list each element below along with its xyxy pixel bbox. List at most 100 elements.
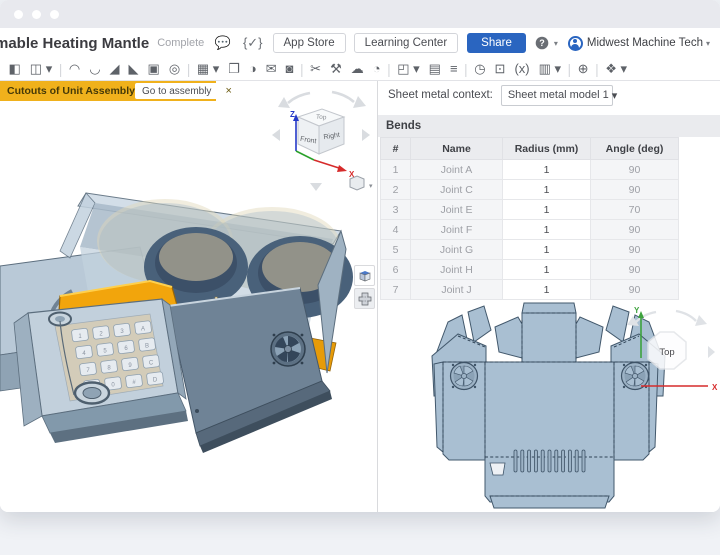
document-status: Complete (157, 37, 204, 49)
flat-axis-x-label: X (712, 383, 718, 392)
table-row[interactable]: 1 Joint A 1 90 (381, 160, 679, 180)
angle-cell: 90 (591, 280, 679, 300)
toolbar-icon[interactable]: ≡ (445, 58, 462, 80)
go-to-assembly-button[interactable]: Go to assembly (135, 83, 218, 99)
fan-cutout (271, 332, 305, 366)
toolbar-icon[interactable]: ⊕ (573, 58, 593, 80)
bend-name: Joint G (411, 240, 503, 260)
toolbar-icon[interactable]: ✂ (306, 58, 326, 80)
toolbar-icon[interactable]: | (462, 58, 470, 80)
toolbar-icon[interactable]: | (57, 58, 65, 80)
toolbar-icon[interactable]: ◠ (64, 58, 84, 80)
bend-name: Joint J (411, 280, 503, 300)
help-icon: ? (535, 36, 549, 50)
angle-cell: 90 (591, 260, 679, 280)
toolbar-icon[interactable]: | (593, 58, 601, 80)
banner-close-icon[interactable]: × (225, 85, 231, 97)
feature-toolbar: ◧◫ ▾|◠◡◢◣▣◎|▦ ▾❐◑✉◙|✂⚒☁◔|◰ ▾▤≡|◷⊡(x)▥ ▾|… (0, 58, 720, 81)
comment-icon[interactable]: 💬 (215, 35, 231, 51)
table-row[interactable]: 3 Joint E 1 70 (381, 200, 679, 220)
angle-cell: 90 (591, 180, 679, 200)
radius-cell[interactable]: 1 (503, 160, 591, 180)
table-row[interactable]: 4 Joint F 1 90 (381, 220, 679, 240)
radius-cell[interactable]: 1 (503, 180, 591, 200)
toolbar-icon[interactable]: ▣ (143, 58, 164, 80)
context-banner-text: Cutouts of Unit Assembly (7, 85, 135, 97)
share-button[interactable]: Share (467, 33, 526, 53)
toolbar-icon[interactable]: ❐ (224, 58, 245, 80)
table-row[interactable]: 6 Joint H 1 90 (381, 260, 679, 280)
sheet-metal-model-select[interactable]: Sheet metal model 1 ▾ (501, 85, 613, 106)
toolbar-icon[interactable]: ◣ (124, 58, 143, 80)
app-store-button[interactable]: App Store (273, 33, 346, 53)
toolbar-icon[interactable]: ◡ (85, 58, 105, 80)
flat-pattern-toggle-button[interactable] (354, 288, 375, 309)
table-row[interactable]: 7 Joint J 1 90 (381, 280, 679, 300)
toolbar-icon[interactable]: ◧ (4, 58, 25, 80)
svg-text:C: C (149, 361, 154, 367)
part-studio-viewport[interactable]: Cutouts of Unit Assembly Go to assembly … (0, 81, 378, 512)
model-view-toggle-button[interactable] (354, 265, 375, 286)
toolbar-icon[interactable]: ◔ (368, 58, 385, 80)
bend-number: 4 (381, 220, 411, 240)
flat-pattern-viewport[interactable]: Y X Top (378, 300, 719, 512)
table-row[interactable]: 2 Joint C 1 90 (381, 180, 679, 200)
radius-cell[interactable]: 1 (503, 240, 591, 260)
bends-table: # Name Radius (mm) Angle (deg) 1 Joint A… (380, 137, 679, 300)
toolbar-icon[interactable]: | (298, 58, 306, 80)
toolbar-icon[interactable]: ✉ (261, 58, 281, 80)
table-row[interactable]: 5 Joint G 1 90 (381, 240, 679, 260)
radius-cell[interactable]: 1 (503, 200, 591, 220)
toolbar-icon[interactable]: ☁ (346, 58, 368, 80)
flat-view-cube-top-label: Top (659, 347, 674, 358)
browser-window: mable Heating Mantle Complete 💬 {✓} App … (0, 0, 720, 512)
toolbar-icon[interactable]: ⚒ (326, 58, 347, 80)
account-caret-icon: ▾ (706, 39, 710, 48)
toolbar-icon[interactable]: ◢ (105, 58, 124, 80)
select-caret-icon: ▾ (612, 89, 618, 102)
toolbar-icon[interactable]: ◫ ▾ (25, 58, 56, 80)
learning-center-button[interactable]: Learning Center (354, 33, 458, 53)
bend-name: Joint A (411, 160, 503, 180)
toolbar-icon[interactable]: ❖ ▾ (601, 58, 632, 80)
featurescript-icon[interactable]: {✓} (243, 35, 263, 51)
radius-cell[interactable]: 1 (503, 260, 591, 280)
bend-number: 6 (381, 260, 411, 280)
toolbar-icon[interactable]: | (185, 58, 193, 80)
toolbar-icon[interactable]: (x) (510, 58, 534, 80)
keypad-panel: 123A 456B 789C *0#D (14, 299, 188, 443)
user-avatar-icon[interactable] (568, 36, 583, 51)
bend-number: 7 (381, 280, 411, 300)
toolbar-icon[interactable]: ▥ ▾ (534, 58, 565, 80)
bend-number: 1 (381, 160, 411, 180)
view-cube[interactable]: Top Front Right Z X ▾ (270, 87, 374, 199)
window-control-minimize[interactable] (32, 10, 41, 19)
bend-name: Joint C (411, 180, 503, 200)
toolbar-icon[interactable]: ▤ (424, 58, 445, 80)
toolbar-icon[interactable]: ⊡ (490, 58, 510, 80)
help-caret-icon: ▾ (554, 39, 558, 48)
radius-cell[interactable]: 1 (503, 220, 591, 240)
help-menu[interactable]: ? ▾ (535, 36, 558, 50)
window-control-maximize[interactable] (50, 10, 59, 19)
angle-cell: 90 (591, 220, 679, 240)
window-control-close[interactable] (14, 10, 23, 19)
toolbar-icon[interactable]: ◷ (470, 58, 490, 80)
flat-pattern-icon (358, 292, 372, 306)
account-name[interactable]: Midwest Machine Tech (587, 37, 703, 49)
radius-cell[interactable]: 1 (503, 280, 591, 300)
col-header-radius: Radius (mm) (503, 138, 591, 160)
toolbar-icon[interactable]: ▦ ▾ (192, 58, 223, 80)
bends-title: Bends (386, 120, 421, 132)
toolbar-icon[interactable]: ◎ (164, 58, 184, 80)
toolbar-icon[interactable]: | (385, 58, 393, 80)
toolbar-icon[interactable]: ◙ (281, 58, 298, 80)
bends-panel-header: Bends (378, 115, 720, 137)
toolbar-icon[interactable]: ◑ (244, 58, 261, 80)
toolbar-icon[interactable]: ◰ ▾ (393, 58, 424, 80)
toolbar-icon[interactable]: | (566, 58, 574, 80)
angle-cell: 90 (591, 160, 679, 180)
svg-text:?: ? (539, 38, 545, 48)
view-options-button[interactable]: ▾ (350, 176, 373, 190)
bend-name: Joint H (411, 260, 503, 280)
